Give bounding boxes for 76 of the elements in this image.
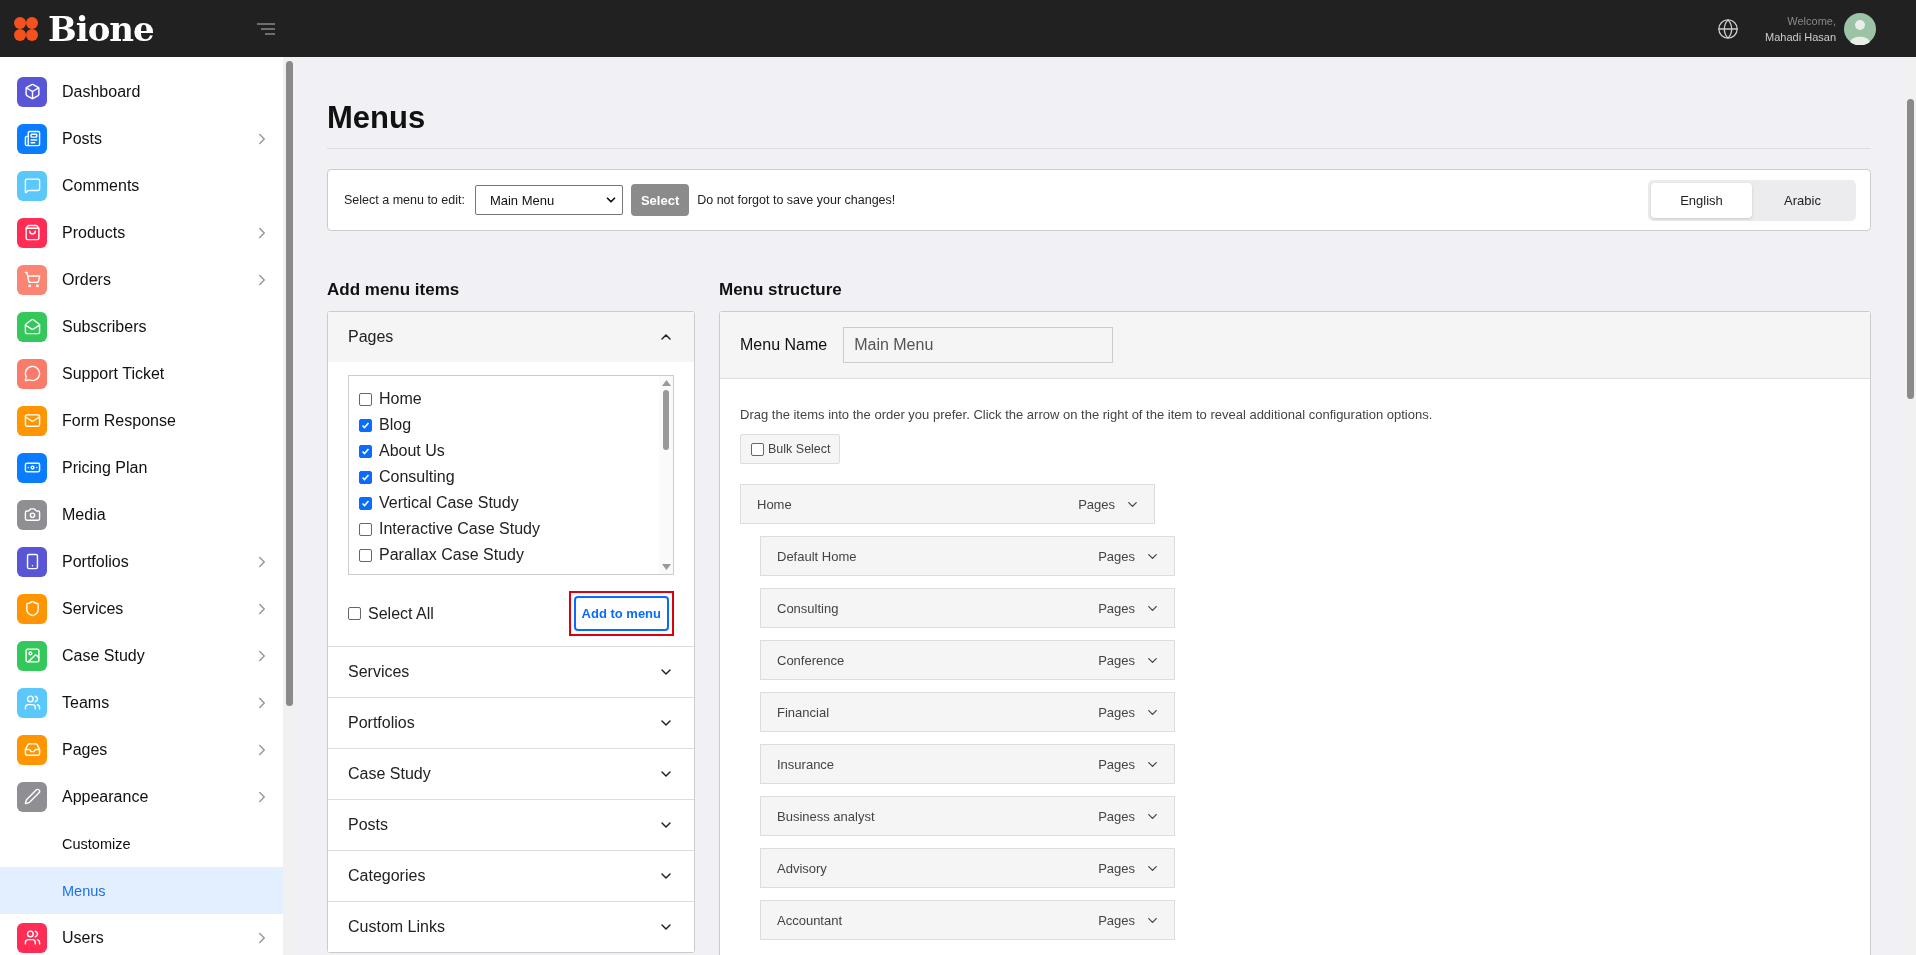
sidebar-item[interactable]: Teams [0,679,283,726]
menu-item[interactable]: Advisory Pages [760,848,1175,888]
menu-item[interactable]: Consulting Pages [760,588,1175,628]
menu-select[interactable]: Main Menu [474,185,623,215]
checkmark-icon [361,446,370,456]
sidebar-item[interactable]: Appearance [0,773,283,820]
checkbox[interactable] [359,444,372,458]
menu-item[interactable]: Insurance Pages [760,744,1175,784]
checkbox[interactable] [348,607,361,620]
checkbox[interactable] [751,442,764,456]
section-heading: Menu structure [719,280,843,300]
sidebar-item[interactable]: Subscribers [0,303,283,350]
scrollbar[interactable] [659,376,673,574]
avatar[interactable] [1844,12,1876,45]
sidebar-item[interactable]: Pricing Plan [0,444,283,491]
sidebar-item[interactable]: Products [0,209,283,256]
page-option[interactable]: Consulting [359,464,649,490]
sidebar-item[interactable]: Users [0,914,283,955]
page-option[interactable]: About Us [359,438,649,464]
globe-icon[interactable] [1717,17,1740,40]
checkbox[interactable] [359,418,372,432]
scroll-up-icon[interactable] [661,380,671,386]
menu-item[interactable]: Conference Pages [760,640,1175,680]
add-to-menu-button[interactable]: Add to menu [573,596,669,631]
page-option[interactable]: Blog [359,412,649,438]
accordion-header[interactable]: Custom Links [328,901,694,952]
page-option[interactable]: Interactive Case Study [359,516,649,542]
sidebar-item[interactable]: Form Response [0,397,283,444]
language-tab[interactable]: English [1651,182,1752,218]
instructions-text: Drag the items into the order you prefer. Click the arrow on the right of the item to reveal additional configuration options. [740,407,1433,422]
menu-item[interactable]: Financial Pages [760,692,1175,732]
sidebar-item[interactable]: Pages [0,726,283,773]
checkbox[interactable] [359,392,372,406]
save-note: Do not forgot to save your changes! [697,193,896,207]
menu-item[interactable]: Default Home Pages [760,536,1175,576]
brand-name: Bione [48,8,154,49]
section-heading: Add menu items [327,280,461,300]
page-title: Menus [327,100,1871,149]
page-option[interactable]: Home [359,386,649,412]
menu-item[interactable]: Business analyst Pages [760,796,1175,836]
bulk-select-button[interactable]: Bulk Select [740,434,840,464]
menu-item[interactable]: Accountant Pages [760,900,1175,940]
scrollbar[interactable] [283,57,295,955]
sidebar-item[interactable]: Case Study [0,632,283,679]
checkbox[interactable] [359,522,372,536]
page-option[interactable]: Parallax Case Study [359,542,649,568]
checkmark-icon [361,420,370,430]
checkmark-icon [361,472,370,482]
menu-name-field[interactable]: Main Menu [843,327,1114,363]
select-all-option[interactable]: Select All [348,600,434,627]
sidebar-item[interactable]: Media [0,491,283,538]
menu-icon[interactable] [257,22,275,35]
sidebar-item[interactable]: Orders [0,256,283,303]
checkbox[interactable] [359,496,372,510]
sidebar-item[interactable]: Services [0,585,283,632]
checkbox[interactable] [359,548,372,562]
checkbox[interactable] [359,470,372,484]
sidebar-item[interactable]: Support Ticket [0,350,283,397]
sidebar-subitem[interactable]: Customize [0,820,283,867]
select-label: Select a menu to edit: [344,193,465,207]
user-name: Mahadi Hasan [1765,29,1836,45]
sidebar-item[interactable]: Comments [0,162,283,209]
menu-item[interactable]: Home Pages [740,484,1155,524]
language-tab[interactable]: Arabic [1752,182,1853,218]
page-option[interactable]: Vertical Case Study [359,490,649,516]
sidebar-item[interactable]: Posts [0,115,283,162]
accordion-header[interactable]: Pages [328,312,694,362]
checkmark-icon [361,498,370,508]
sidebar-subitem[interactable]: Menus [0,867,283,914]
sidebar-item[interactable]: Dashboard [0,68,283,115]
logo-icon [12,14,40,43]
welcome-text: Welcome, [1787,13,1836,29]
sidebar-item[interactable]: Portfolios [0,538,283,585]
scrollbar[interactable] [1904,57,1916,955]
scroll-down-icon[interactable] [661,564,671,570]
menu-name-label: Menu Name [740,336,828,354]
